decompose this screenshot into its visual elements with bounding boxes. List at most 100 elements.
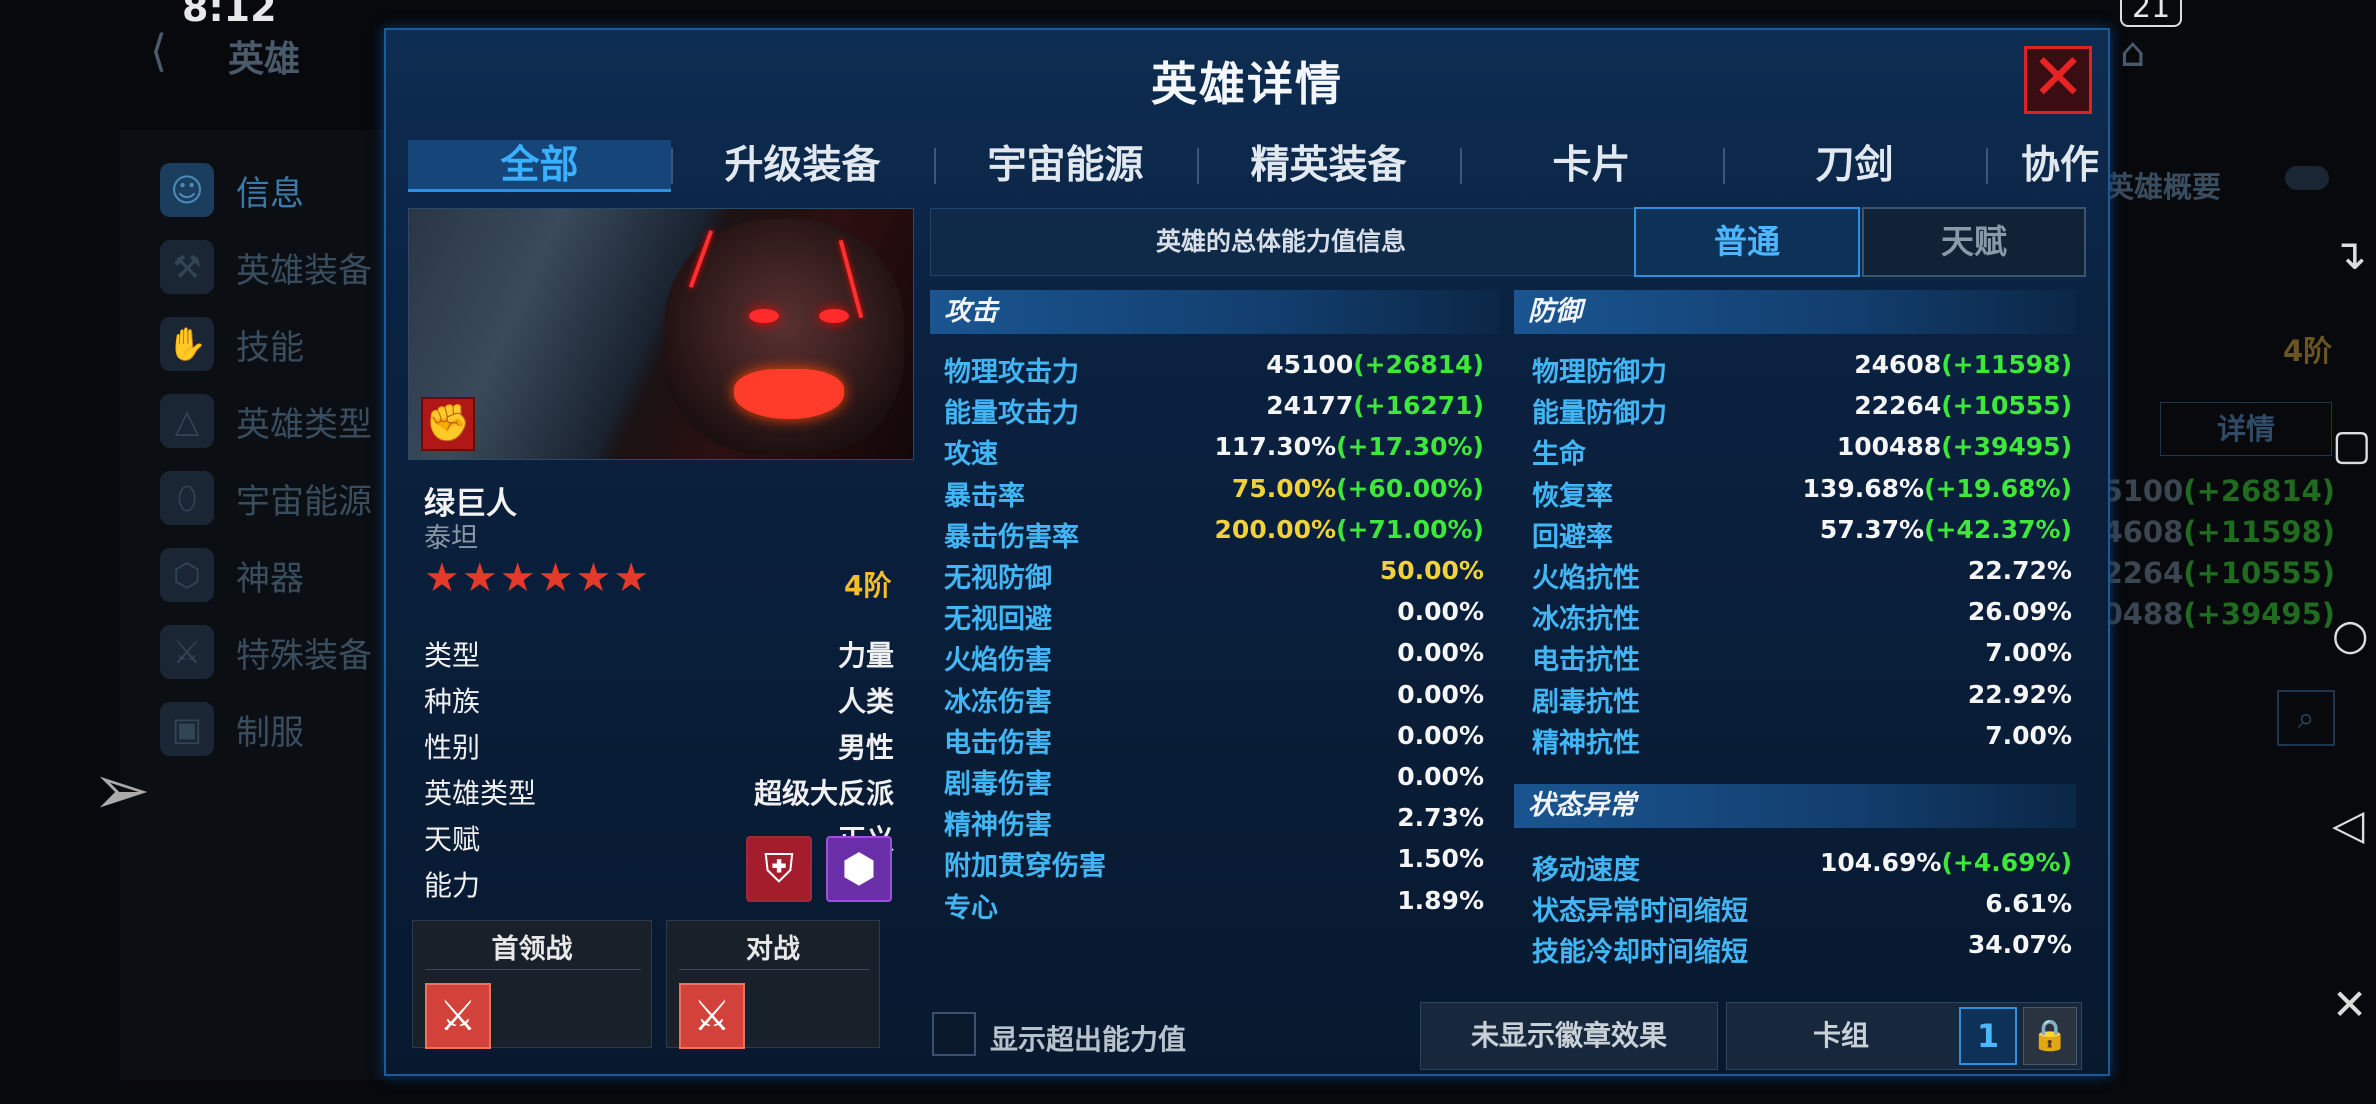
badge-effect-button[interactable]: 未显示徽章效果 — [1420, 1002, 1718, 1070]
star-icon: ★ — [461, 555, 498, 601]
stat-value: 104.69% — [1819, 848, 1942, 877]
stat-value-group: 24177(+16271) — [1266, 391, 1484, 420]
stat-row: 无视回避 0.00% — [944, 597, 1484, 637]
stat-value: 0.00% — [1397, 720, 1484, 750]
window-icon[interactable]: ▢ — [2332, 420, 2372, 469]
tab-1[interactable]: 升级装备 — [671, 140, 934, 192]
bg-details-button[interactable]: 详情 — [2160, 402, 2332, 456]
stat-row: 恢复率 139.68%(+19.68%) — [1532, 474, 2072, 514]
stat-name: 电击伤害 — [944, 727, 1052, 759]
home-circle-icon[interactable]: ○ — [2332, 610, 2369, 659]
nav-icon: ✋ — [160, 317, 214, 371]
stat-value: 57.37% — [1819, 514, 1925, 544]
stat-row: 火焰伤害 0.00% — [944, 638, 1484, 678]
stat-value-group: 1.50% — [1397, 844, 1484, 873]
bg-nav-label: 英雄类型 — [236, 404, 372, 445]
stat-row: 剧毒伤害 0.00% — [944, 762, 1484, 802]
stat-value: 22264 — [1854, 391, 1942, 421]
bg-stat-row: 45100(+26814) — [2082, 474, 2335, 508]
star-icon: ★ — [613, 555, 650, 601]
stat-row: 精神伤害 2.73% — [944, 803, 1484, 843]
nav-icon: ⬯ — [160, 471, 214, 525]
overview-toggle[interactable] — [2285, 166, 2329, 190]
stat-value: 2.73% — [1397, 803, 1484, 833]
stat-value: 50.00% — [1379, 556, 1484, 585]
stat-row: 物理攻击力 45100(+26814) — [944, 350, 1484, 390]
close-button[interactable]: ✕ — [2024, 46, 2092, 114]
stat-name: 暴击伤害率 — [944, 521, 1079, 553]
stat-name: 能量攻击力 — [944, 398, 1079, 430]
stat-row: 冰冻伤害 0.00% — [944, 680, 1484, 720]
stat-row: 回避率 57.37%(+42.37%) — [1532, 515, 2072, 555]
attack-section-header: 攻击 — [930, 290, 1500, 334]
system-gesture-bar: ↴ ▢ ○ ◁ ✕ — [2330, 200, 2376, 1050]
info-key: 能力 — [424, 869, 481, 902]
network-ability-icon[interactable]: ⬢ — [826, 836, 892, 902]
stat-value-group: 24608(+11598) — [1854, 350, 2072, 379]
bg-nav-label: 信息 — [236, 173, 304, 214]
bg-stat-row: 22264(+10555) — [2082, 556, 2335, 590]
stat-name: 攻速 — [944, 439, 998, 471]
expand-icon[interactable]: ↴ — [2332, 230, 2367, 279]
hero-info-row: 种族 人类 — [424, 680, 894, 720]
tab-5[interactable]: 刀剑 — [1723, 140, 1986, 192]
stat-value-group: 0.00% — [1397, 638, 1484, 667]
overview-label: 英雄概要 — [2105, 170, 2222, 204]
deck-number-button[interactable]: 1 — [1959, 1007, 2017, 1065]
stat-name: 无视防御 — [944, 563, 1052, 594]
stat-row: 状态异常时间缩短 6.61% — [1532, 889, 2072, 929]
status-time: 8:12 — [182, 0, 277, 30]
search-icon[interactable]: ⌕ — [2277, 690, 2335, 746]
crossed-swords-icon[interactable]: ⚔ — [679, 983, 745, 1049]
hero-info-row: 能力 — [424, 864, 894, 904]
hero-info-row: 英雄类型 超级大反派 — [424, 772, 894, 812]
stat-value: 0.00% — [1397, 638, 1484, 668]
stat-value: 1.89% — [1397, 885, 1484, 915]
show-excess-label: 显示超出能力值 — [990, 1023, 1187, 1056]
stat-row: 能量攻击力 24177(+16271) — [944, 391, 1484, 431]
stat-row: 暴击伤害率 200.00%(+71.00%) — [944, 515, 1484, 555]
bg-nav-label: 技能 — [236, 327, 304, 368]
bg-stat-row: 24608(+11598) — [2082, 515, 2335, 549]
crossed-swords-icon[interactable]: ⚔ — [425, 983, 491, 1049]
nav-icon: ▣ — [160, 702, 214, 756]
stat-row: 专心 1.89% — [944, 886, 1484, 926]
stat-row: 物理防御力 24608(+11598) — [1532, 350, 2072, 390]
stat-value-group: 26.09% — [1968, 597, 2072, 626]
tab-2[interactable]: 宇宙能源 — [934, 140, 1197, 192]
back-triangle-icon[interactable]: ◁ — [2332, 800, 2364, 849]
show-excess-checkbox[interactable] — [932, 1012, 976, 1056]
stat-bonus: (+10555) — [1941, 391, 2072, 421]
bg-nav-label: 制服 — [236, 712, 304, 753]
stat-value: 200.00% — [1214, 514, 1337, 544]
mode-label: 对战 — [746, 934, 800, 965]
tab-3[interactable]: 精英装备 — [1197, 140, 1460, 192]
home-icon[interactable]: ⌂ — [2120, 30, 2145, 76]
bg-nav-item[interactable]: ▣ 制服 — [160, 673, 420, 785]
lock-icon[interactable]: 🔒 — [2023, 1007, 2077, 1065]
stat-row: 能量防御力 22264(+10555) — [1532, 391, 2072, 431]
stat-value: 22.72% — [1967, 556, 2072, 585]
bg-nav-label: 英雄装备 — [236, 250, 372, 291]
stat-value-group: 75.00%(+60.00%) — [1232, 474, 1484, 503]
back-arrow-icon[interactable]: ⟨ — [150, 26, 167, 77]
close-x-icon[interactable]: ✕ — [2332, 980, 2367, 1029]
talent-mode-button[interactable]: 天赋 — [1862, 207, 2086, 277]
normal-mode-button[interactable]: 普通 — [1634, 207, 1860, 277]
stat-value-group: 2.73% — [1397, 803, 1484, 832]
info-value: 力量 — [837, 639, 894, 672]
stat-value-group: 22264(+10555) — [1854, 391, 2072, 420]
mode-label: 首领战 — [491, 934, 573, 965]
stat-value-group: 117.30%(+17.30%) — [1215, 432, 1484, 461]
stat-value-group: 7.00% — [1985, 638, 2072, 667]
mode-pvp: 对战 ⚔ — [666, 920, 880, 1049]
tab-0[interactable]: 全部 — [408, 140, 671, 192]
tab-6[interactable]: 协作 — [1986, 140, 2106, 192]
share-icon[interactable]: ➢ — [92, 755, 162, 825]
hero-eye-right — [819, 309, 849, 323]
stat-name: 火焰抗性 — [1532, 563, 1640, 594]
info-key: 英雄类型 — [424, 777, 537, 810]
shield-ability-icon[interactable]: ⛨ — [746, 836, 812, 902]
tab-4[interactable]: 卡片 — [1460, 140, 1723, 192]
stat-row: 附加贯穿伤害 1.50% — [944, 844, 1484, 884]
